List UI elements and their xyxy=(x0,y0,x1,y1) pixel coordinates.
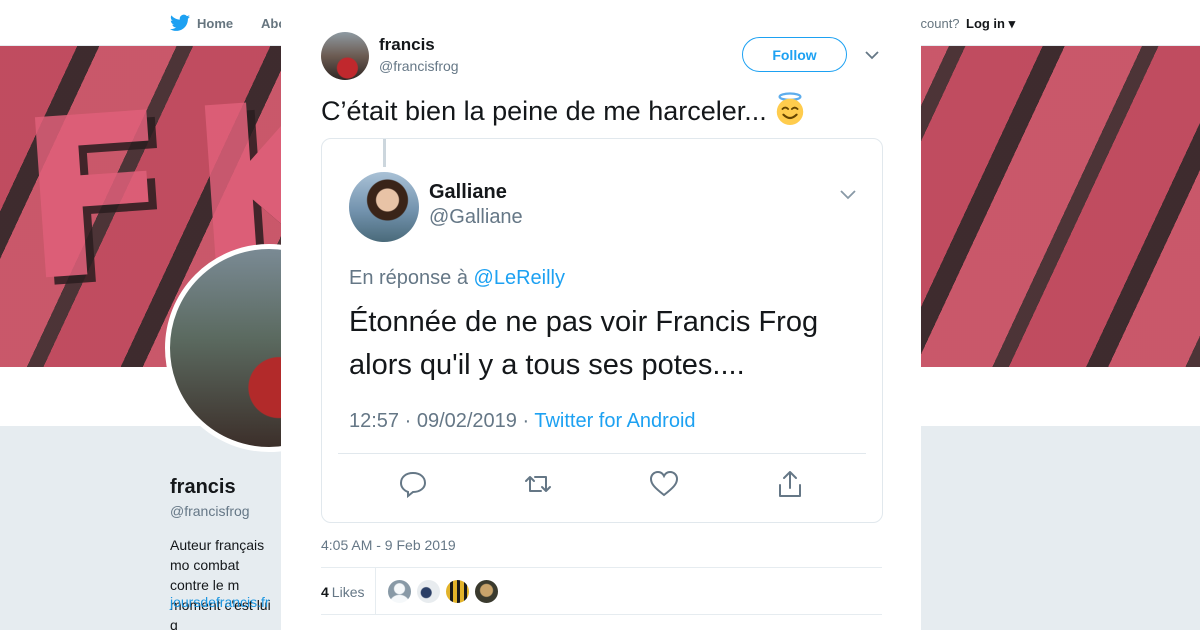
author-avatar[interactable] xyxy=(321,32,369,80)
embedded-tweet-text: Étonnée de ne pas voir Francis Frog alor… xyxy=(349,306,819,381)
liker-avatar[interactable] xyxy=(445,579,470,604)
tweet-modal: francis @francisfrog Follow C’était bien… xyxy=(281,0,921,630)
tweet-text-body: C’était bien la peine de me harceler... xyxy=(321,96,767,126)
embedded-screenshot[interactable]: Galliane @Galliane En réponse à @LeReill… xyxy=(321,138,883,523)
tweet-stats: 4 Likes xyxy=(321,567,882,615)
stats-separator xyxy=(375,568,376,615)
heart-icon xyxy=(649,470,679,497)
profile-website-link[interactable]: joursdefrancis.fr xyxy=(170,594,270,610)
retweet-icon xyxy=(525,476,551,492)
nav-home[interactable]: Home xyxy=(197,16,233,31)
share-icon xyxy=(779,471,801,497)
reply-prefix: En réponse à xyxy=(349,267,468,289)
likes-count[interactable]: 4 Likes xyxy=(321,584,364,600)
embedded-chevron-down-icon xyxy=(840,190,856,200)
liker-avatar[interactable] xyxy=(416,579,441,604)
author-handle[interactable]: @francisfrog xyxy=(379,58,459,74)
profile-bio: Auteur français mo combat contre le m mo… xyxy=(170,537,271,630)
liker-avatar[interactable] xyxy=(474,579,499,604)
liker-avatar[interactable] xyxy=(387,579,412,604)
embedded-reply-line: En réponse à @LeReilly xyxy=(349,267,565,290)
embedded-author-avatar xyxy=(349,172,419,242)
likes-number[interactable]: 4 xyxy=(321,584,329,600)
profile-name: francis xyxy=(170,476,236,498)
reply-to-handle: @LeReilly xyxy=(473,267,565,289)
smiling-halo-emoji xyxy=(776,92,803,126)
embedded-source: Twitter for Android xyxy=(534,410,696,432)
embedded-time: 12:57 · 09/02/2019 · xyxy=(349,410,530,432)
twitter-bird-icon[interactable] xyxy=(170,14,190,32)
follow-button[interactable]: Follow xyxy=(742,37,847,72)
reply-icon xyxy=(399,471,427,499)
author-name[interactable]: francis xyxy=(379,35,435,55)
embedded-author-name: Galliane xyxy=(429,181,507,203)
login-link[interactable]: Log in ▾ xyxy=(966,16,1015,32)
chevron-down-icon[interactable] xyxy=(864,47,880,63)
login-label[interactable]: Log in xyxy=(966,16,1005,31)
thread-line xyxy=(383,139,386,167)
likes-label[interactable]: Likes xyxy=(332,584,365,600)
embedded-author-handle: @Galliane xyxy=(429,206,523,228)
embedded-meta: 12:57 · 09/02/2019 · Twitter for Android xyxy=(349,410,696,433)
tweet-text: C’était bien la peine de me harceler... xyxy=(321,92,807,129)
tweet-timestamp[interactable]: 4:05 AM - 9 Feb 2019 xyxy=(321,537,456,553)
embedded-divider xyxy=(338,453,866,454)
close-icon[interactable] xyxy=(1155,13,1179,37)
profile-handle: @francisfrog xyxy=(170,503,250,519)
